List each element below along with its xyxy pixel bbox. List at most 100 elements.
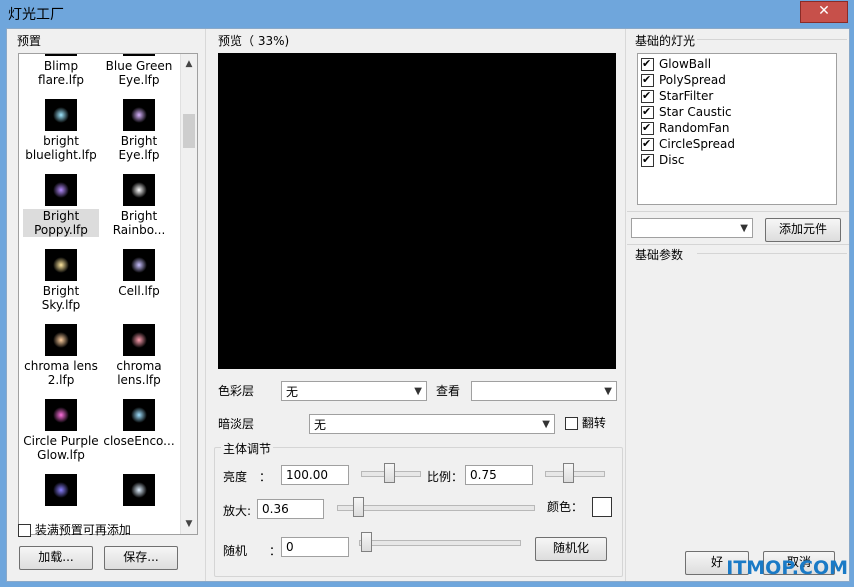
brightness-slider-thumb[interactable] — [384, 463, 395, 483]
flip-checkbox[interactable] — [565, 417, 578, 430]
preset-item[interactable]: Bright Rainbo... — [101, 174, 177, 237]
preset-label: Bright Rainbo... — [101, 209, 177, 237]
light-name: GlowBall — [659, 57, 712, 71]
save-button[interactable]: 保存... — [104, 546, 178, 570]
random-slider-thumb[interactable] — [361, 532, 372, 552]
preset-label-line1: Blimp — [43, 59, 79, 73]
light-item[interactable]: Disc — [638, 152, 836, 168]
preset-label-line2: Rainbo... — [112, 223, 166, 237]
preview-canvas[interactable] — [218, 53, 616, 369]
scroll-up-icon[interactable]: ▲ — [181, 56, 197, 72]
app-window: 灯光工厂 ✕ 预置 Blimp flare.lfp Blue Green Eye.lf… — [0, 0, 854, 587]
scroll-down-icon[interactable]: ▼ — [181, 516, 197, 532]
color-label: 颜色： — [547, 500, 584, 514]
scale-slider-thumb[interactable] — [563, 463, 574, 483]
randomize-button[interactable]: 随机化 — [535, 537, 607, 561]
fade-layer-label: 暗淡层 — [218, 417, 255, 431]
preset-item[interactable]: Cell.lfp — [101, 249, 177, 298]
main-adjust-label: 主体调节 — [221, 440, 274, 457]
preset-thumbnail — [123, 174, 155, 206]
zoom-slider-track[interactable] — [337, 505, 535, 511]
preset-item[interactable]: closeEnco... — [101, 399, 177, 448]
params-label: 基础参数 — [635, 248, 684, 262]
color-layer-select[interactable]: 无 ▼ — [281, 381, 427, 401]
load-button[interactable]: 加载... — [19, 546, 93, 570]
preset-list[interactable]: Blimp flare.lfp Blue Green Eye.lfp bright blu… — [18, 53, 198, 535]
preset-label-line2: Poppy.lfp — [34, 223, 88, 237]
light-item[interactable]: PolySpread — [638, 72, 836, 88]
color-layer-label: 色彩层 — [218, 384, 255, 398]
preset-label-line1: Circle Purple — [23, 434, 99, 448]
preset-item[interactable] — [23, 474, 99, 509]
scale-slider-track[interactable] — [545, 471, 605, 477]
preset-item[interactable]: Bright Poppy.lfp — [23, 174, 99, 237]
brightness-colon: ： — [259, 470, 272, 484]
light-checkbox[interactable] — [641, 152, 654, 168]
color-layer-value: 无 — [286, 385, 299, 399]
preset-label: Cell.lfp — [101, 284, 177, 298]
flare-glow — [53, 407, 69, 423]
preset-item[interactable]: Blimp flare.lfp — [23, 54, 99, 87]
random-slider-track[interactable] — [359, 540, 521, 546]
light-name: PolySpread — [659, 73, 726, 87]
flare-glow — [53, 332, 69, 348]
preset-label-line2: Sky.lfp — [41, 298, 81, 312]
preset-item[interactable]: Bright Sky.lfp — [23, 249, 99, 312]
preset-item[interactable]: chroma lens 2.lfp — [23, 324, 99, 387]
right-rule-1 — [627, 211, 849, 212]
light-checkbox[interactable] — [641, 88, 654, 104]
preset-item[interactable] — [101, 474, 177, 509]
zoom-slider-thumb[interactable] — [353, 497, 364, 517]
window-title: 灯光工厂 — [8, 7, 64, 23]
scroll-thumb[interactable] — [183, 114, 195, 148]
light-item[interactable]: Star Caustic — [638, 104, 836, 120]
preset-label: Bright Sky.lfp — [23, 284, 99, 312]
light-checkbox[interactable] — [641, 120, 654, 136]
preset-label-line1: closeEnco... — [103, 434, 175, 448]
preset-item[interactable]: chroma lens.lfp — [101, 324, 177, 387]
fade-layer-select[interactable]: 无 ▼ — [309, 414, 555, 434]
light-item[interactable]: StarFilter — [638, 88, 836, 104]
light-list[interactable]: GlowBall PolySpread StarFilter Star Caustic… — [637, 53, 837, 205]
random-label: 随机 — [223, 544, 248, 558]
element-select[interactable]: ▼ — [631, 218, 753, 238]
add-element-button[interactable]: 添加元件 — [765, 218, 841, 242]
light-checkbox[interactable] — [641, 72, 654, 88]
light-item[interactable]: RandomFan — [638, 120, 836, 136]
brightness-label: 亮度 — [223, 470, 248, 484]
light-name: Star Caustic — [659, 105, 732, 119]
light-checkbox[interactable] — [641, 56, 654, 72]
preset-label-line1: bright — [43, 134, 79, 148]
flip-option[interactable]: 翻转 — [565, 414, 606, 431]
preset-thumbnail — [123, 249, 155, 281]
view-label: 查看 — [436, 384, 461, 398]
close-button[interactable]: ✕ — [800, 1, 848, 23]
zoom-input[interactable]: 0.36 — [257, 499, 324, 519]
preset-item[interactable]: bright bluelight.lfp — [23, 99, 99, 162]
brightness-input[interactable]: 100.00 — [281, 465, 349, 485]
chevron-down-icon: ▼ — [604, 386, 612, 397]
light-name: StarFilter — [659, 89, 714, 103]
preset-thumbnail — [123, 99, 155, 131]
preset-item[interactable]: Circle Purple Glow.lfp — [23, 399, 99, 462]
preset-thumbnail — [123, 324, 155, 356]
scale-input[interactable]: 0.75 — [465, 465, 533, 485]
color-swatch[interactable] — [592, 497, 612, 517]
light-checkbox[interactable] — [641, 104, 654, 120]
view-select[interactable]: ▼ — [471, 381, 617, 401]
light-checkbox[interactable] — [641, 136, 654, 152]
fill-presets-option[interactable]: 装满预置可再添加 — [18, 521, 131, 538]
fill-presets-checkbox[interactable] — [18, 524, 31, 537]
preset-item[interactable]: Bright Eye.lfp — [101, 99, 177, 162]
random-input[interactable]: 0 — [281, 537, 349, 557]
preset-label: chroma lens 2.lfp — [23, 359, 99, 387]
right-rule-2 — [627, 244, 849, 245]
light-item[interactable]: GlowBall — [638, 56, 836, 72]
preset-item[interactable]: Blue Green Eye.lfp — [101, 54, 177, 87]
preset-label: Bright Poppy.lfp — [23, 209, 99, 237]
chevron-down-icon: ▼ — [542, 419, 550, 430]
lights-rule — [697, 39, 847, 40]
preset-scrollbar[interactable]: ▲ ▼ — [180, 54, 197, 534]
preset-thumbnail — [45, 399, 77, 431]
light-item[interactable]: CircleSpread — [638, 136, 836, 152]
